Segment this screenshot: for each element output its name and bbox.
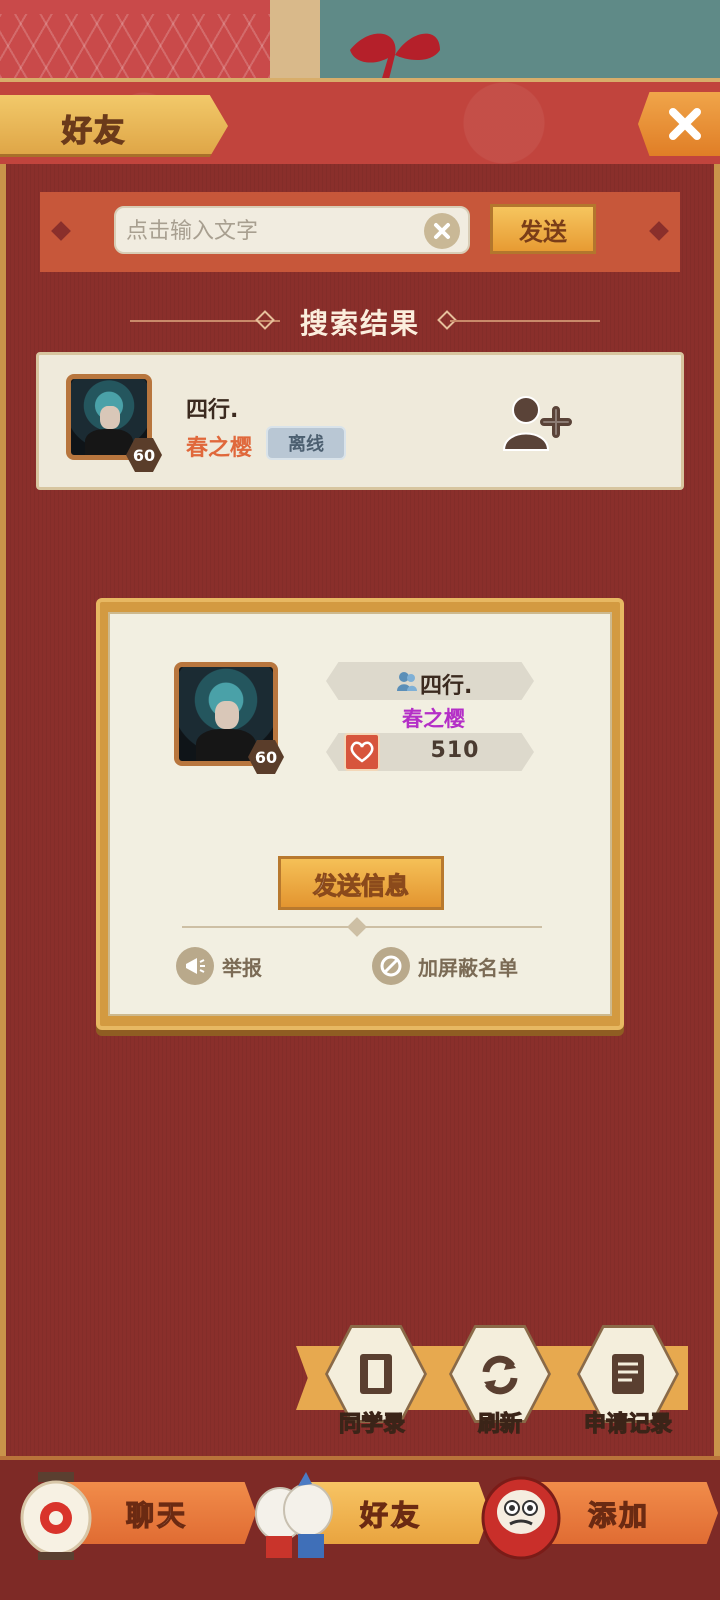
tab-add[interactable]: 添加 bbox=[478, 1476, 718, 1560]
report-button[interactable]: 举报 bbox=[176, 946, 262, 986]
tab-friends[interactable]: 好友 bbox=[250, 1472, 490, 1558]
refresh-label: 刷新 bbox=[477, 1411, 522, 1437]
lantern-icon bbox=[20, 1472, 92, 1560]
search-box bbox=[114, 206, 470, 254]
megaphone-shape bbox=[186, 958, 205, 974]
avatar-face bbox=[99, 406, 120, 430]
player-name: 四行. bbox=[186, 398, 239, 423]
diamond-ornament bbox=[51, 221, 71, 241]
add-friend-icon bbox=[502, 396, 572, 451]
document-icon bbox=[612, 1354, 644, 1394]
avatar-face bbox=[214, 700, 240, 730]
divider-line bbox=[450, 320, 600, 322]
friends-mascot-icon bbox=[255, 1472, 333, 1558]
heart-shape bbox=[350, 741, 374, 763]
search-input[interactable] bbox=[126, 216, 406, 246]
tab-chat[interactable]: 聊天 bbox=[16, 1472, 256, 1560]
send-button[interactable]: 发送 bbox=[490, 204, 596, 254]
diamond-ornament bbox=[649, 221, 669, 241]
block-icon bbox=[372, 947, 410, 985]
clear-icon bbox=[434, 223, 450, 239]
close-button[interactable] bbox=[638, 92, 720, 156]
requests-label: 申请记录 bbox=[583, 1411, 672, 1437]
avatar-body bbox=[195, 729, 257, 761]
tab-add-label: 添加 bbox=[587, 1498, 651, 1532]
clear-search-button[interactable] bbox=[424, 213, 460, 249]
heart-icon bbox=[344, 733, 380, 771]
block-button[interactable]: 加屏蔽名单 bbox=[372, 946, 518, 986]
report-label: 举报 bbox=[222, 955, 262, 980]
tab-chat-label: 聊天 bbox=[125, 1498, 189, 1532]
report-icon bbox=[176, 947, 214, 985]
classmates-label: 同学录 bbox=[338, 1411, 405, 1437]
close-icon bbox=[669, 108, 701, 140]
tab-friends-label: 好友 bbox=[359, 1498, 423, 1532]
block-label: 加屏蔽名单 bbox=[418, 955, 518, 980]
ban-shape bbox=[380, 955, 402, 977]
avatar-body bbox=[84, 429, 134, 455]
profile-name: 四行. bbox=[420, 674, 473, 699]
status-badge: 离线 bbox=[266, 426, 346, 460]
daruma-icon bbox=[481, 1476, 561, 1560]
friends-icon bbox=[397, 672, 417, 691]
refresh-icon bbox=[482, 1355, 518, 1395]
guild-name: 春之樱 bbox=[186, 436, 253, 461]
asanoha-pattern bbox=[0, 14, 270, 78]
book-icon bbox=[360, 1354, 392, 1394]
affection-value: 510 bbox=[430, 738, 480, 763]
send-message-button[interactable]: 发送信息 bbox=[278, 856, 444, 910]
page-title: 好友 bbox=[61, 113, 126, 150]
add-friend-button[interactable] bbox=[500, 392, 580, 456]
search-results-title: 搜索结果 bbox=[299, 307, 420, 340]
profile-guild: 春之樱 bbox=[402, 707, 465, 731]
